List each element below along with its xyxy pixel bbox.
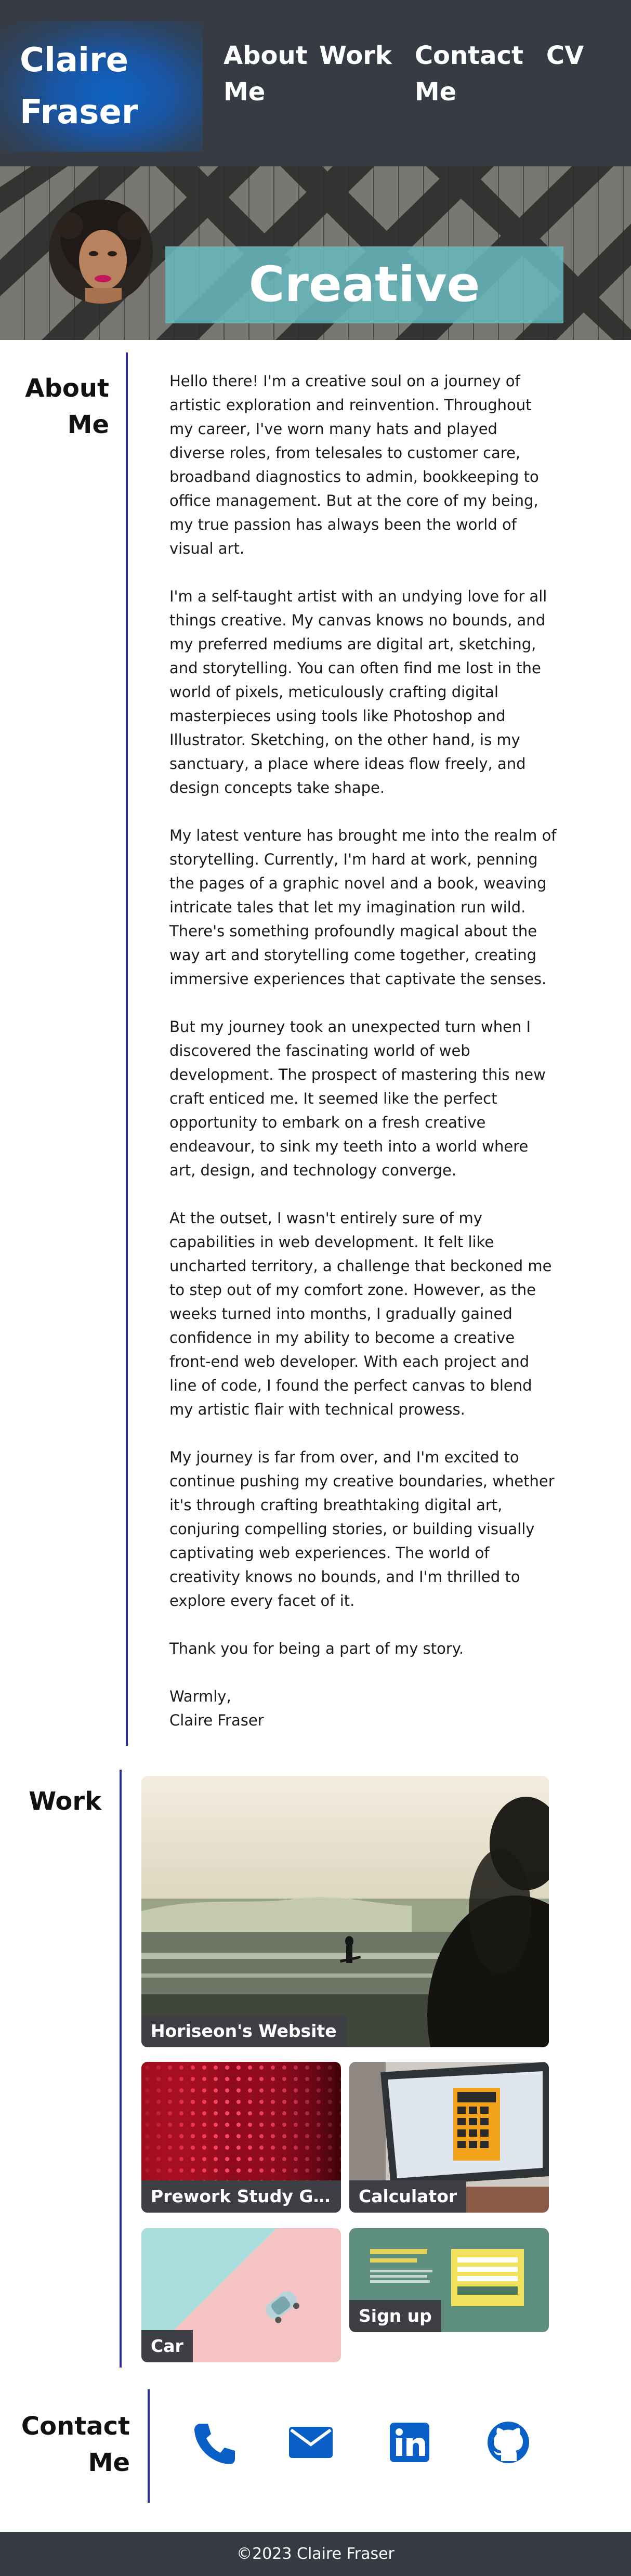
nav-link-about-line1: About xyxy=(224,41,308,70)
hero-title: Creative Canvas xyxy=(248,256,480,340)
site-footer: ©2023 Claire Fraser xyxy=(0,2532,631,2576)
envelope-icon[interactable] xyxy=(286,2417,336,2467)
profile-photo xyxy=(49,200,153,304)
work-divider xyxy=(120,1770,122,2368)
nav-link-contact-line1: Contact xyxy=(414,41,523,70)
profile-avatar xyxy=(49,200,153,304)
about-paragraph: My journey is far from over, and I'm exc… xyxy=(169,1448,555,1610)
about-body: Hello there! I'm a creative soul on a jo… xyxy=(169,369,557,1732)
project-title: Calculator xyxy=(349,2180,467,2213)
nav-link-about[interactable]: About Me xyxy=(224,37,308,110)
nav-link-contact-line2: Me xyxy=(414,77,457,107)
brand-logo[interactable]: Claire Fraser xyxy=(0,21,203,152)
about-paragraph: My latest venture has brought me into th… xyxy=(169,827,557,988)
hero-banner: Creative Canvas xyxy=(0,166,631,340)
project-title: Sign up xyxy=(349,2300,441,2332)
work-heading-label: Work xyxy=(29,1787,101,1816)
about-signoff: Warmly, xyxy=(169,1688,231,1705)
about-paragraph: At the outset, I wasn't entirely sure of… xyxy=(169,1209,552,1418)
about-divider xyxy=(126,352,128,1746)
about-heading-line1: About xyxy=(25,374,109,403)
footer-copyright: ©2023 Claire Fraser xyxy=(236,2545,395,2563)
nav-link-cv[interactable]: CV xyxy=(546,37,584,110)
about-heading-line2: Me xyxy=(67,410,109,439)
contact-heading-line2: Me xyxy=(88,2448,130,2477)
about-paragraph: But my journey took an unexpected turn w… xyxy=(169,1018,546,1179)
project-title: Prework Study Gui... xyxy=(141,2180,341,2213)
about-paragraph: Thank you for being a part of my story. xyxy=(169,1640,464,1657)
hero-title-banner: Creative Canvas xyxy=(165,246,563,340)
nav-link-work-label: Work xyxy=(319,41,392,70)
nav-link-contact[interactable]: Contact Me xyxy=(415,37,523,110)
contact-divider xyxy=(148,2389,150,2503)
project-card-car[interactable]: Car xyxy=(141,2228,341,2362)
project-card-prework[interactable]: Prework Study Gui... xyxy=(141,2062,341,2213)
project-card-calculator[interactable]: Calculator xyxy=(349,2062,549,2213)
github-icon[interactable] xyxy=(483,2417,533,2467)
contact-links xyxy=(187,2417,551,2469)
brand-last-name: Fraser xyxy=(20,93,138,132)
about-paragraph: I'm a self-taught artist with an undying… xyxy=(169,587,547,796)
phone-icon[interactable] xyxy=(187,2417,237,2467)
about-heading: About Me xyxy=(21,370,109,443)
about-signature: Claire Fraser xyxy=(169,1711,264,1729)
work-heading: Work xyxy=(21,1783,101,1820)
project-title: Car xyxy=(141,2330,193,2362)
project-title: Horiseon's Website xyxy=(141,2015,346,2047)
site-header: Claire Fraser About Me Work Contact Me C… xyxy=(0,0,631,166)
main-nav: About Me Work Contact Me CV xyxy=(224,37,607,110)
nav-link-cv-label: CV xyxy=(546,41,584,70)
nav-link-work[interactable]: Work xyxy=(319,37,392,110)
about-paragraph: Hello there! I'm a creative soul on a jo… xyxy=(169,372,539,557)
brand-first-name: Claire xyxy=(20,41,128,80)
contact-heading-line1: Contact xyxy=(21,2412,130,2441)
project-card-signup[interactable]: Sign up xyxy=(349,2228,549,2332)
nav-link-about-line2: Me xyxy=(224,77,266,107)
project-image-surfer xyxy=(141,1776,549,2047)
linkedin-icon[interactable] xyxy=(385,2417,435,2467)
project-card-horiseon[interactable]: Horiseon's Website xyxy=(141,1776,549,2047)
contact-heading: Contact Me xyxy=(21,2408,130,2481)
